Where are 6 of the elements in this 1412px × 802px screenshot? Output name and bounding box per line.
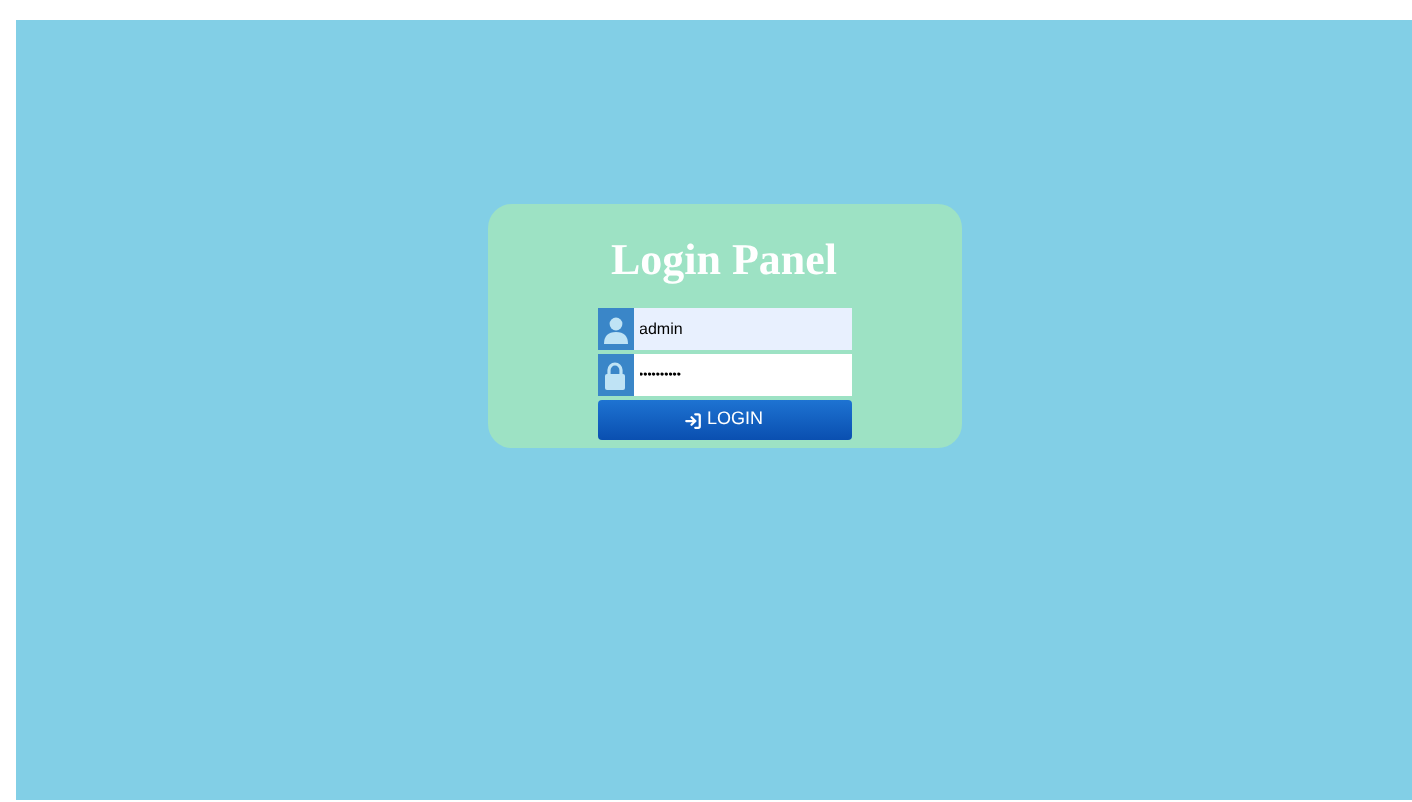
sign-in-icon bbox=[684, 411, 703, 429]
panel-title: Login Panel bbox=[610, 236, 838, 284]
login-button[interactable]: LOGIN bbox=[597, 400, 851, 440]
username-field[interactable]: admin bbox=[633, 308, 851, 350]
lock-icon bbox=[604, 361, 626, 389]
user-icon bbox=[603, 315, 627, 343]
